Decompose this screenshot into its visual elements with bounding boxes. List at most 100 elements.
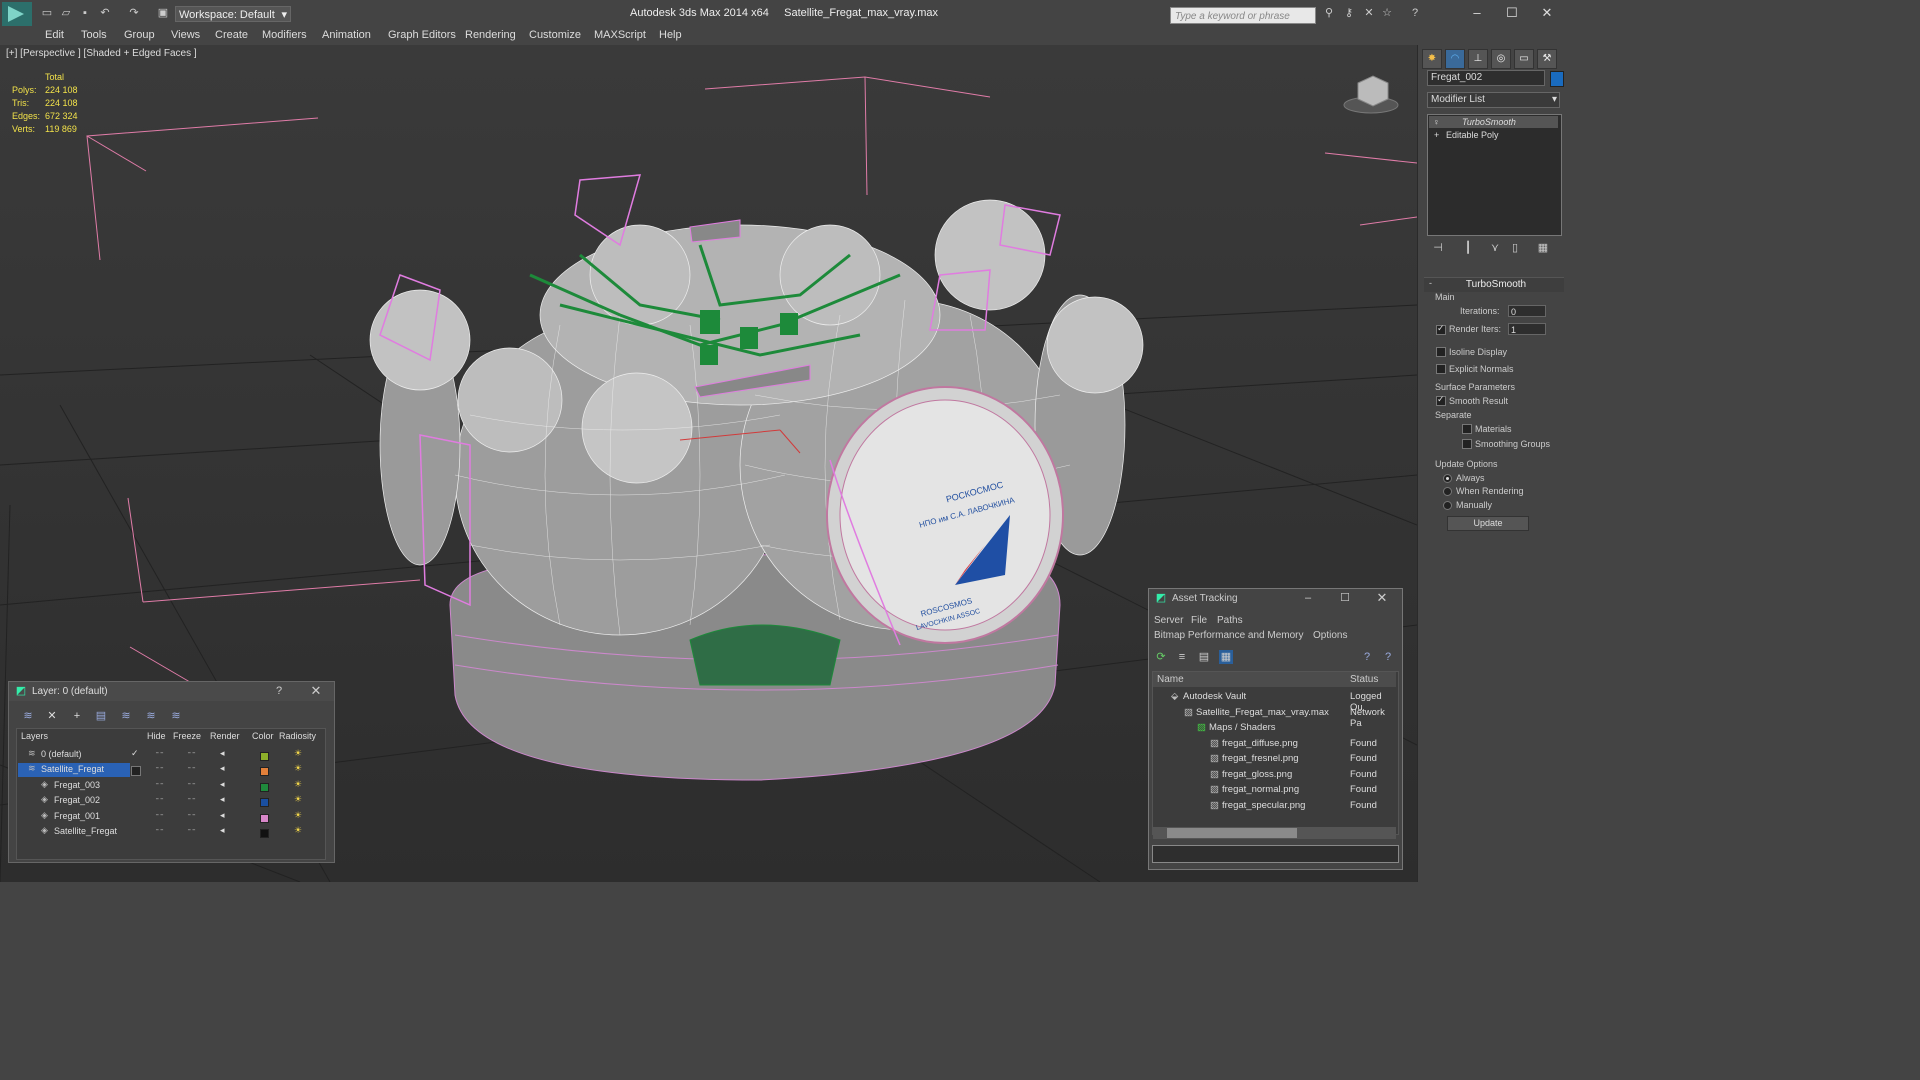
layer-close-icon[interactable]: ✕ bbox=[309, 684, 323, 697]
object-color-swatch[interactable] bbox=[1550, 71, 1564, 87]
layer-name[interactable]: Fregat_001 bbox=[54, 811, 100, 821]
minimize-icon[interactable]: – bbox=[1468, 4, 1486, 22]
col-radiosity[interactable]: Radiosity bbox=[279, 731, 316, 741]
layer-row[interactable]: ◈ Fregat_002 ⁃⁃ ⁃⁃ ◂ ☀ bbox=[17, 794, 322, 809]
asset-menu-options[interactable]: Options bbox=[1313, 630, 1347, 641]
asset-menu-file[interactable]: File bbox=[1191, 615, 1207, 626]
pin-stack-icon[interactable]: ⊣ bbox=[1431, 242, 1445, 254]
layer-help-icon[interactable]: ? bbox=[272, 685, 286, 697]
detail-view-icon[interactable]: ▤ bbox=[1197, 650, 1211, 664]
asset-menu-paths[interactable]: Paths bbox=[1217, 615, 1243, 626]
star-icon[interactable]: ☆ bbox=[1380, 7, 1394, 19]
radiosity-icon[interactable]: ☀ bbox=[294, 779, 302, 790]
layer-color-swatch[interactable] bbox=[260, 798, 269, 808]
layer-color-swatch[interactable] bbox=[260, 829, 269, 838]
motion-tab-icon[interactable]: ◎ bbox=[1491, 49, 1511, 69]
show-end-result-icon[interactable]: ┃ bbox=[1461, 242, 1475, 254]
hide-all-icon[interactable]: ≋ bbox=[144, 709, 158, 723]
remove-modifier-icon[interactable]: ▯ bbox=[1508, 242, 1522, 254]
stack-item-turbosmooth[interactable]: ♀ TurboSmooth bbox=[1429, 116, 1558, 128]
radiosity-icon[interactable]: ☀ bbox=[294, 763, 302, 774]
hide-toggle[interactable]: ⁃⁃ bbox=[155, 779, 164, 790]
asset-row[interactable]: ▧ fregat_normal.png Found bbox=[1153, 783, 1396, 798]
close-icon[interactable]: ✕ bbox=[1538, 4, 1556, 22]
render-teapot-icon[interactable]: ◂ bbox=[220, 825, 225, 836]
asset-options-icon[interactable]: ? bbox=[1381, 650, 1395, 664]
radiosity-icon[interactable]: ☀ bbox=[294, 825, 302, 836]
scrollbar-thumb[interactable] bbox=[1167, 828, 1297, 838]
list-view-icon[interactable]: ≡ bbox=[1175, 650, 1189, 664]
asset-help-icon[interactable]: ? bbox=[1360, 650, 1374, 664]
search-input[interactable]: Type a keyword or phrase bbox=[1170, 7, 1316, 24]
current-layer-check-icon[interactable]: ✓ bbox=[131, 748, 139, 759]
menu-animation[interactable]: Animation bbox=[322, 29, 371, 41]
layer-name[interactable]: Satellite_Fregat bbox=[41, 764, 104, 774]
layer-name[interactable]: Fregat_002 bbox=[54, 795, 100, 805]
smoothing-groups-checkbox[interactable] bbox=[1462, 439, 1472, 449]
menu-views[interactable]: Views bbox=[171, 29, 200, 41]
iterations-spinner[interactable]: 0 bbox=[1508, 305, 1546, 317]
menu-help[interactable]: Help bbox=[659, 29, 682, 41]
materials-checkbox[interactable] bbox=[1462, 424, 1472, 434]
menu-customize[interactable]: Customize bbox=[529, 29, 581, 41]
menu-tools[interactable]: Tools bbox=[81, 29, 107, 41]
menu-maxscript[interactable]: MAXScript bbox=[594, 29, 646, 41]
col-name[interactable]: Name bbox=[1157, 674, 1184, 685]
asset-row[interactable]: ▧ Satellite_Fregat_max_vray.max Network Pa bbox=[1153, 706, 1396, 729]
layer-name[interactable]: 0 (default) bbox=[41, 749, 82, 759]
hide-toggle[interactable]: ⁃⁃ bbox=[155, 825, 164, 836]
hide-toggle[interactable]: ⁃⁃ bbox=[155, 794, 164, 805]
create-layer-icon[interactable]: ≋ bbox=[21, 709, 35, 723]
hide-toggle[interactable]: ⁃⁃ bbox=[155, 763, 164, 774]
hide-toggle[interactable]: ⁃⁃ bbox=[155, 748, 164, 759]
layer-color-swatch[interactable] bbox=[260, 813, 269, 823]
configure-sets-icon[interactable]: ▦ bbox=[1536, 242, 1550, 254]
asset-close-icon[interactable]: ✕ bbox=[1375, 591, 1389, 604]
highlight-layer-icon[interactable]: ≋ bbox=[119, 709, 133, 723]
asset-minimize-icon[interactable]: – bbox=[1301, 592, 1315, 604]
menu-graph-editors[interactable]: Graph Editors bbox=[388, 29, 456, 41]
add-to-layer-icon[interactable]: + bbox=[70, 709, 84, 723]
table-view-icon[interactable]: ▦ bbox=[1219, 650, 1233, 664]
refresh-icon[interactable]: ⟳ bbox=[1154, 650, 1168, 664]
col-render[interactable]: Render bbox=[210, 731, 240, 741]
menu-edit[interactable]: Edit bbox=[45, 29, 64, 41]
asset-row[interactable]: ▧ fregat_gloss.png Found bbox=[1153, 768, 1396, 783]
freeze-toggle[interactable]: ⁃⁃ bbox=[187, 763, 196, 774]
smooth-result-checkbox[interactable] bbox=[1436, 394, 1446, 406]
freeze-toggle[interactable]: ⁃⁃ bbox=[187, 810, 196, 821]
layer-name[interactable]: Fregat_003 bbox=[54, 780, 100, 790]
menu-modifiers[interactable]: Modifiers bbox=[262, 29, 307, 41]
update-button[interactable]: Update bbox=[1447, 516, 1529, 531]
select-objects-icon[interactable]: ▤ bbox=[94, 709, 108, 723]
layer-color-swatch[interactable] bbox=[260, 752, 269, 761]
col-status[interactable]: Status bbox=[1350, 674, 1378, 685]
render-teapot-icon[interactable]: ◂ bbox=[220, 763, 225, 774]
freeze-toggle[interactable]: ⁃⁃ bbox=[187, 825, 196, 836]
menu-rendering[interactable]: Rendering bbox=[465, 29, 516, 41]
manually-radio[interactable] bbox=[1443, 501, 1452, 510]
current-layer-checkbox[interactable] bbox=[131, 766, 141, 777]
viewport-label[interactable]: [+] [Perspective ] [Shaded + Edged Faces… bbox=[6, 48, 197, 59]
layer-row[interactable]: ≋ Satellite_Fregat ⁃⁃ ⁃⁃ ◂ ☀ bbox=[17, 763, 322, 778]
col-color[interactable]: Color bbox=[252, 731, 274, 741]
asset-row[interactable]: ▧ fregat_fresnel.png Found bbox=[1153, 752, 1396, 767]
freeze-all-icon[interactable]: ≋ bbox=[169, 709, 183, 723]
render-iters-checkbox[interactable] bbox=[1436, 323, 1446, 335]
render-teapot-icon[interactable]: ◂ bbox=[220, 810, 225, 821]
hide-toggle[interactable]: ⁃⁃ bbox=[155, 810, 164, 821]
expand-icon[interactable]: + bbox=[1434, 129, 1439, 141]
layer-color-swatch[interactable] bbox=[260, 767, 269, 777]
asset-row[interactable]: ▧ fregat_specular.png Found bbox=[1153, 799, 1396, 814]
binoculars-icon[interactable]: ⚲ bbox=[1322, 7, 1336, 19]
asset-row[interactable]: ▧ fregat_diffuse.png Found bbox=[1153, 737, 1396, 752]
col-layers[interactable]: Layers bbox=[21, 731, 48, 741]
display-tab-icon[interactable]: ▭ bbox=[1514, 49, 1534, 69]
stack-item-editable-poly[interactable]: + Editable Poly bbox=[1429, 129, 1558, 141]
asset-row[interactable]: ▨ Maps / Shaders bbox=[1153, 721, 1396, 736]
menu-group[interactable]: Group bbox=[124, 29, 155, 41]
object-name-field[interactable]: Fregat_002 bbox=[1427, 70, 1545, 86]
render-iters-spinner[interactable]: 1 bbox=[1508, 323, 1546, 335]
layer-row[interactable]: ◈ Satellite_Fregat ⁃⁃ ⁃⁃ ◂ ☀ bbox=[17, 825, 322, 840]
help-icon[interactable]: ? bbox=[1408, 7, 1422, 19]
